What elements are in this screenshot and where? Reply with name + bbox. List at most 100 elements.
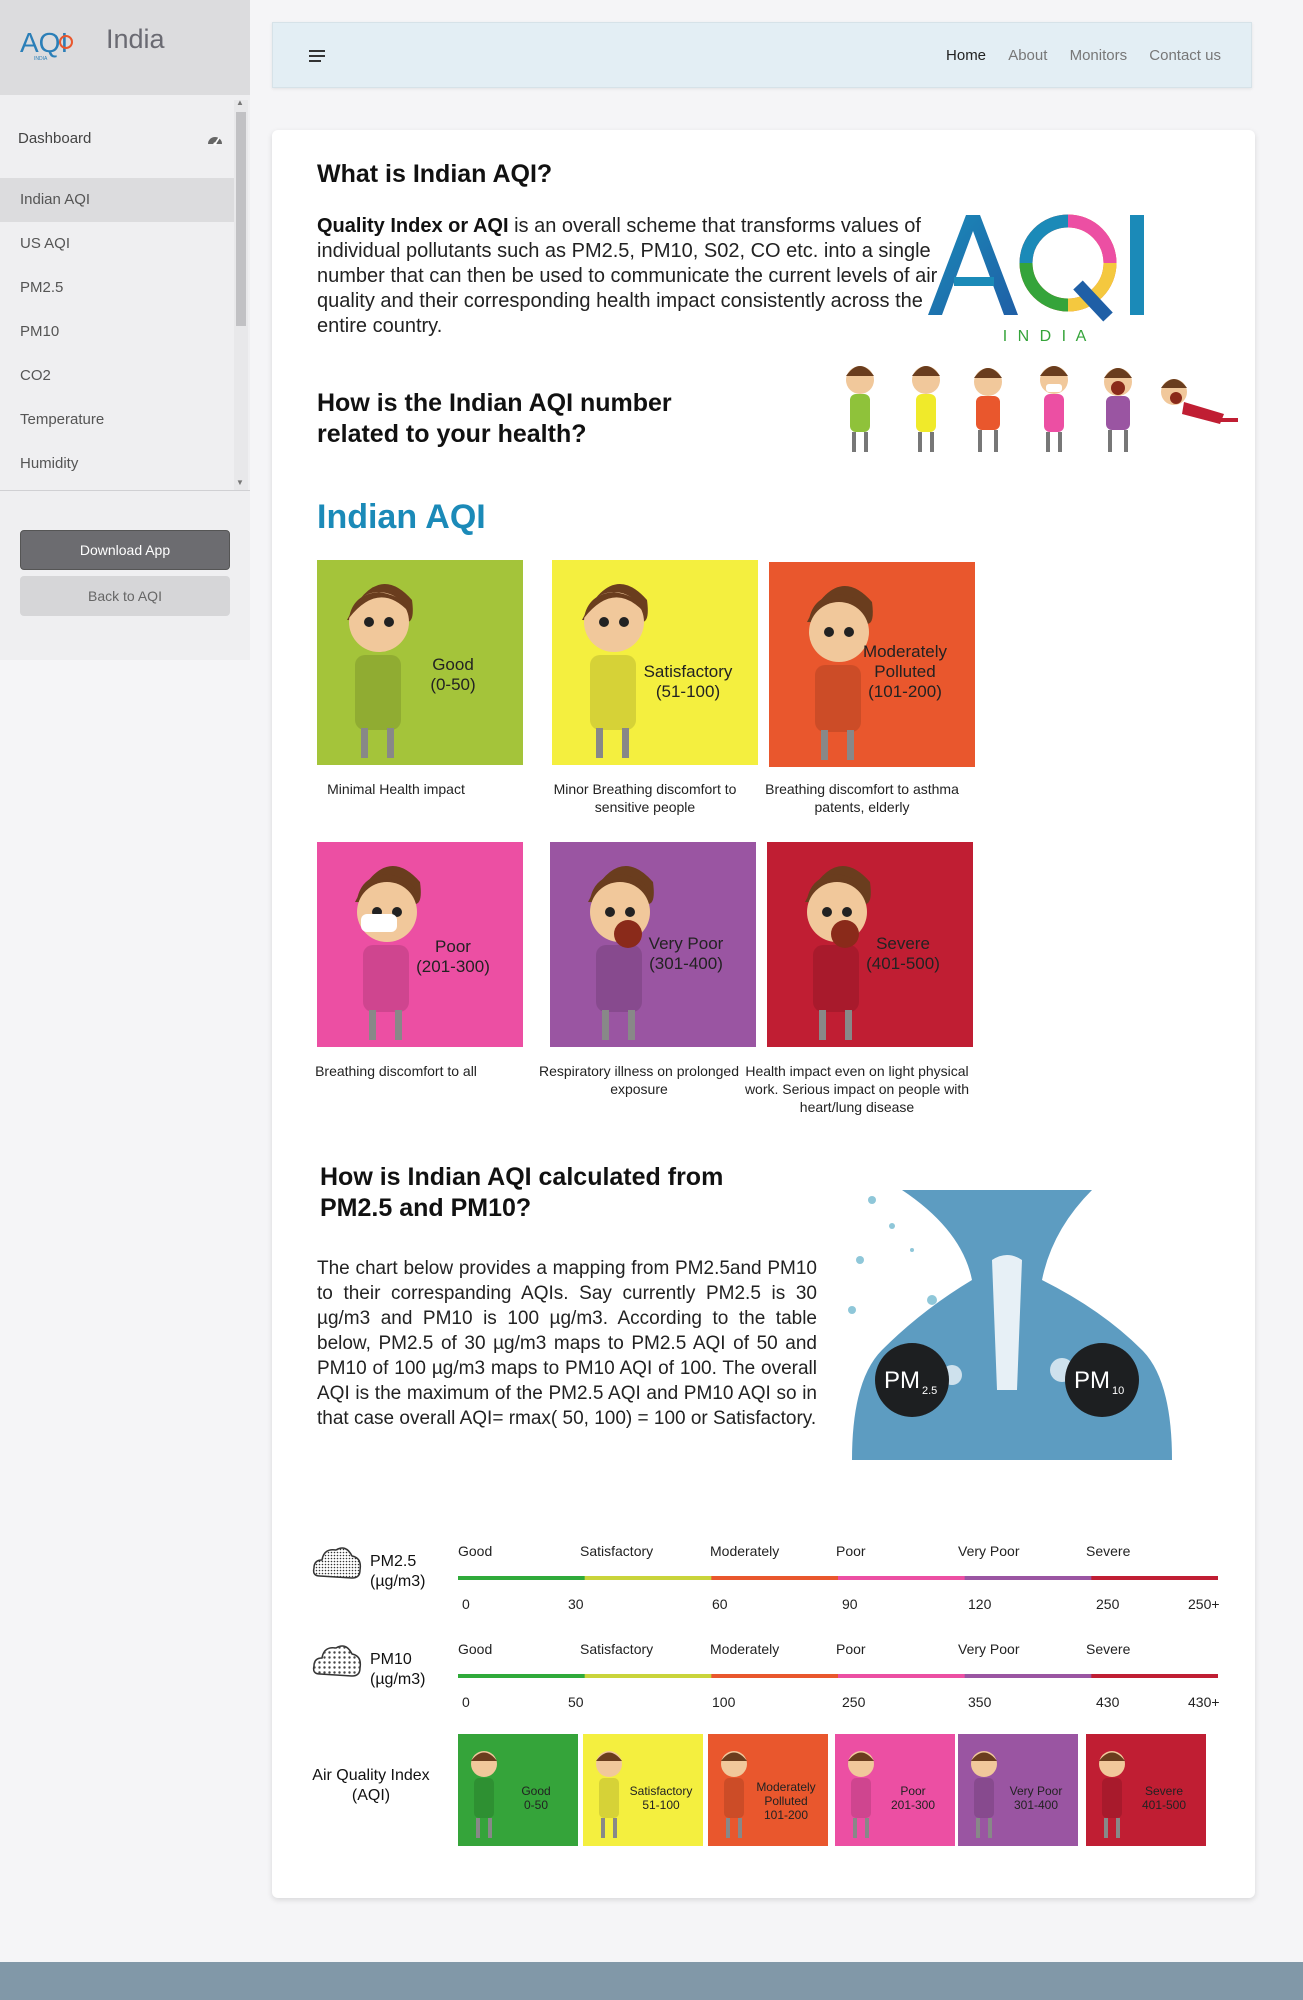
category-range: (301-400) [649,954,723,973]
mini-range: 0-50 [523,1798,549,1812]
category-name: Severe [876,934,930,953]
aqi-mini-label: Moderately Polluted 101-200 [748,1780,824,1822]
nav-contact-link[interactable]: Contact us [1149,47,1221,64]
aqi-mini-box-1: Good 0-50 [458,1734,578,1846]
calculation-paragraph: The chart below provides a mapping from … [317,1258,817,1429]
aqi-category-card-3: Moderately Polluted (101-200) [769,562,975,767]
pm25-unit: (µg/m3) [370,1573,426,1590]
aqi-mini-label: Very Poor 301-400 [998,1784,1074,1812]
aqi-mini-label: Severe 401-500 [1126,1784,1202,1812]
scale-category-label: Very Poor [958,1543,1020,1559]
scroll-up-icon[interactable]: ▲ [236,98,244,107]
aqi-mini-box-3: Moderately Polluted 101-200 [708,1734,828,1846]
aqi-mini-label: Satisfactory 51-100 [623,1784,699,1812]
scale-tick-label: 430+ [1188,1694,1220,1710]
scale-bar-segment [458,1674,586,1678]
aqi-category-description: Health impact even on light physical wor… [744,1063,970,1115]
category-range: (0-50) [430,675,476,694]
aqi-row-label: Air Quality Index (AQI) [312,1767,430,1804]
aqi-mini-box-6: Severe 401-500 [1086,1734,1206,1846]
scale-tick-label: 430 [1096,1694,1120,1710]
download-app-button[interactable]: Download App [20,530,230,570]
pm25-cloud-icon [312,1547,362,1579]
category-range: (101-200) [868,682,942,701]
aqi-category-label: Very Poor (301-400) [626,934,746,974]
sidebar-item-temperature[interactable]: Temperature [0,398,234,442]
mini-name: Severe [1144,1784,1184,1798]
aqi-category-card-6: Severe (401-500) [767,842,973,1047]
aqi-category-card-4: Poor (201-300) [317,842,523,1047]
aqi-category-label: Satisfactory (51-100) [628,662,748,702]
scale-tick-label: 250+ [1188,1596,1220,1612]
mini-range: 51-100 [642,1798,680,1812]
scale-category-label: Severe [1086,1641,1131,1657]
aqi-mini-label: Good 0-50 [498,1784,574,1812]
scale-tick-label: 250 [1096,1596,1120,1612]
sidebar-dashboard-label[interactable]: Dashboard [18,130,91,147]
intro-bold: Quality Index or AQI [317,215,509,237]
aqi-mini-box-4: Poor 201-300 [835,1734,955,1846]
mini-range: 201-300 [890,1798,936,1812]
category-name: Moderately Polluted [862,642,948,681]
kid-good-icon [846,366,874,452]
scale-category-label: Very Poor [958,1641,1020,1657]
aqi-category-label: Severe (401-500) [843,934,963,974]
nav-about-link[interactable]: About [1008,47,1047,64]
pm10-lung-sub: 10 [1112,1385,1124,1397]
pm10-color-bar [458,1674,1218,1678]
scale-bar-segment [711,1576,839,1580]
scale-category-label: Satisfactory [580,1543,654,1559]
scale-bar-segment [711,1674,839,1678]
scale-tick-label: 0 [462,1596,470,1612]
pm10-lung-label: PM [1074,1367,1110,1394]
scale-bar-segment [584,1576,713,1580]
category-range: (201-300) [416,957,490,976]
mini-range: 101-200 [763,1808,809,1822]
section-title-health: How is the Indian AQI number related to … [317,389,672,448]
aqi-kids-illustration [846,366,1238,452]
aqi-india-logo-icon: I N D I A [928,214,1144,345]
sidebar: AQI INDIA India Dashboard Indian AQI US … [0,0,250,660]
kid-severe-icon [1161,379,1238,424]
aqi-category-card-2: Satisfactory (51-100) [552,560,758,765]
hamburger-menu-icon[interactable] [309,49,325,63]
scale-bar-segment [964,1674,1093,1678]
aqi-logo-icon[interactable]: AQI INDIA [20,24,82,62]
aqi-logo-sub: I N D I A [1003,328,1090,345]
aqi-category-label: Good (0-50) [393,655,513,695]
scale-bar-segment [838,1576,966,1580]
scale-bar-segment [1091,1674,1218,1678]
sidebar-item-pm10[interactable]: PM10 [0,310,234,354]
scale-category-label: Poor [836,1641,866,1657]
scale-tick-label: 90 [842,1596,858,1612]
mini-name: Moderately [756,1780,816,1794]
sidebar-item-indian-aqi[interactable]: Indian AQI [0,178,234,222]
scroll-down-icon[interactable]: ▼ [236,478,244,487]
pm25-lung-sub: 2.5 [922,1385,937,1397]
sidebar-scrollbar-thumb[interactable] [236,112,246,326]
scale-bar-segment [1091,1576,1218,1580]
sidebar-item-us-aqi[interactable]: US AQI [0,222,234,266]
category-name: Poor [435,937,471,956]
kid-poor-icon [1040,366,1068,452]
section-title-what-is-aqi: What is Indian AQI? [317,160,553,188]
scale-tick-label: 60 [712,1596,728,1612]
nav-monitors-link[interactable]: Monitors [1070,47,1128,64]
category-range: (401-500) [866,954,940,973]
back-to-aqi-button[interactable]: Back to AQI [20,576,230,616]
scale-bar-segment [838,1674,966,1678]
scale-tick-label: 250 [842,1694,866,1710]
scale-category-label: Good [458,1641,493,1657]
nav-home-link[interactable]: Home [946,47,986,64]
sidebar-item-co2[interactable]: CO2 [0,354,234,398]
aqi-category-description: Breathing discomfort to asthma patents, … [765,781,959,815]
mini-range: 401-500 [1141,1798,1187,1812]
mini-name: Satisfactory [629,1784,693,1798]
sidebar-item-pm25[interactable]: PM2.5 [0,266,234,310]
sidebar-item-humidity[interactable]: Humidity [0,442,234,486]
category-range: (51-100) [655,682,721,701]
pm10-scale-label: PM10 (µg/m3) [370,1650,425,1690]
scale-tick-label: 50 [568,1694,584,1710]
aqi-mini-label: Poor 201-300 [875,1784,951,1812]
scale-category-label: Severe [1086,1543,1131,1559]
